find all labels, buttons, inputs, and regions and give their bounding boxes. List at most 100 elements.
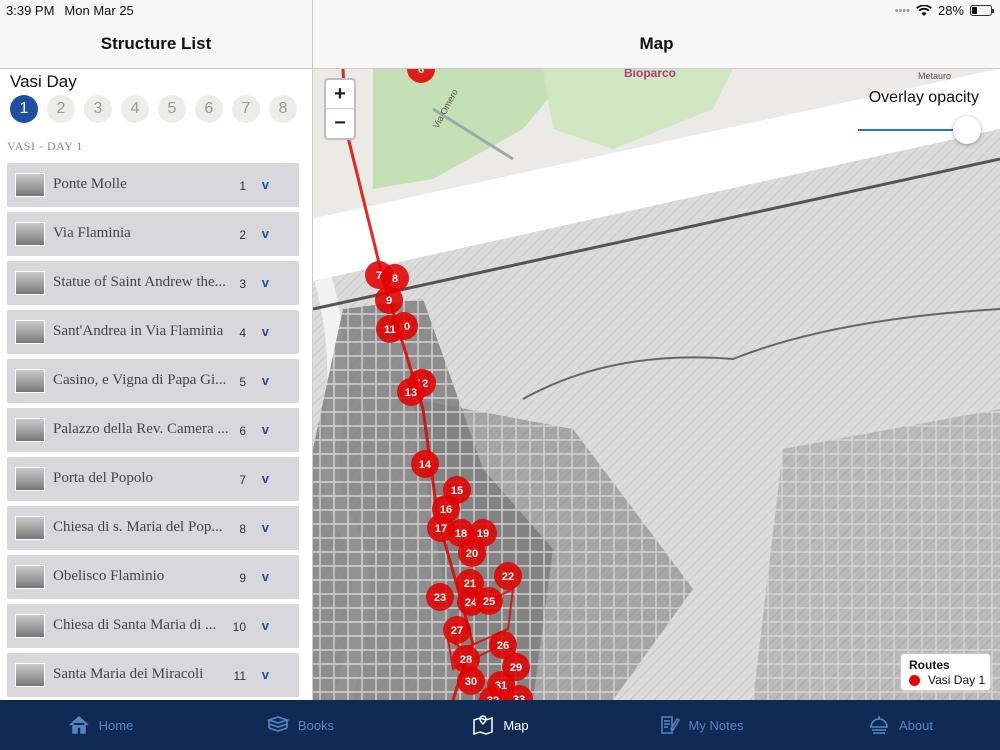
- legend-swatch: [909, 675, 920, 686]
- section-label: VASI - DAY 1: [7, 139, 83, 153]
- route-marker-label: 18: [455, 528, 467, 540]
- structure-name: Casino, e Vigna di Papa Gi...: [53, 372, 227, 388]
- zoom-in-button[interactable]: +: [326, 80, 354, 109]
- route-marker-22[interactable]: 22: [494, 562, 522, 590]
- structure-thumbnail: [15, 369, 45, 393]
- about-icon: [870, 716, 888, 734]
- route-marker-label: 19: [477, 528, 489, 540]
- route-marker-25[interactable]: 25: [475, 587, 503, 615]
- structure-number: 11: [233, 669, 246, 683]
- route-marker-label: 13: [405, 387, 417, 399]
- route-marker-label: 29: [510, 662, 522, 674]
- structure-thumbnail: [15, 173, 45, 197]
- structure-list-item[interactable]: Via Flaminia 2 v: [7, 212, 299, 256]
- chevron-down-icon[interactable]: v: [262, 520, 269, 535]
- route-marker-20[interactable]: 20: [458, 539, 486, 567]
- structure-list-item[interactable]: Obelisco Flaminio 9 v: [7, 555, 299, 599]
- route-marker-14[interactable]: 14: [411, 450, 439, 478]
- structure-number: 9: [239, 571, 246, 585]
- chevron-down-icon[interactable]: v: [262, 569, 269, 584]
- routes-legend: Routes Vasi Day 1: [900, 653, 991, 691]
- chevron-down-icon[interactable]: v: [262, 422, 269, 437]
- structure-list-item[interactable]: Chiesa di s. Maria del Pop... 8 v: [7, 506, 299, 550]
- route-marker-label: 6: [418, 69, 424, 76]
- map-icon: [473, 715, 494, 736]
- structure-name: Chiesa di s. Maria del Pop...: [53, 519, 223, 535]
- structure-list-item[interactable]: Casino, e Vigna di Papa Gi... 5 v: [7, 359, 299, 403]
- structure-number: 4: [239, 326, 246, 340]
- tab-label: About: [899, 717, 933, 733]
- structure-list-item[interactable]: Porta del Popolo 7 v: [7, 457, 299, 501]
- structure-thumbnail: [15, 565, 45, 589]
- overlay-opacity-slider-thumb[interactable]: [953, 116, 981, 144]
- route-marker-label: 28: [460, 654, 472, 666]
- structure-thumbnail: [15, 418, 45, 442]
- day-button-7[interactable]: 7: [232, 95, 260, 123]
- chevron-down-icon[interactable]: v: [262, 667, 269, 682]
- route-marker-27[interactable]: 27: [443, 616, 471, 644]
- tab-label: Books: [297, 717, 335, 733]
- structure-list-item[interactable]: Sant'Andrea in Via Flaminia 4 v: [7, 310, 299, 354]
- route-marker-label: 30: [465, 676, 477, 688]
- structure-thumbnail: [15, 467, 45, 491]
- structure-thumbnail: [15, 614, 45, 638]
- route-marker-30[interactable]: 30: [457, 667, 485, 695]
- chevron-down-icon[interactable]: v: [262, 177, 269, 192]
- structure-list-item[interactable]: Chiesa di Santa Maria di ... 10 v: [7, 604, 299, 648]
- tab-about[interactable]: About: [800, 700, 1000, 750]
- route-marker-label: 9: [386, 295, 392, 307]
- route-marker-label: 20: [466, 548, 478, 560]
- status-time: 3:39 PM: [6, 3, 55, 18]
- route-marker-label: 25: [483, 596, 495, 608]
- tab-home[interactable]: Home: [0, 700, 200, 750]
- wifi-icon: [916, 4, 932, 16]
- route-marker-9[interactable]: 9: [375, 286, 403, 314]
- chevron-down-icon[interactable]: v: [262, 226, 269, 241]
- structure-list-item[interactable]: Palazzo della Rev. Camera ... 6 v: [7, 408, 299, 452]
- route-marker-13[interactable]: 13: [397, 378, 425, 406]
- books-icon: [266, 716, 290, 732]
- day-button-1[interactable]: 1: [10, 95, 38, 123]
- status-bar: 3:39 PM Mon Mar 25 •••• 28%: [0, 0, 1000, 20]
- structure-list-item[interactable]: Santa Maria dei Miracoli 11 v: [7, 653, 299, 697]
- route-marker-11[interactable]: 11: [376, 315, 404, 343]
- chevron-down-icon[interactable]: v: [262, 471, 269, 486]
- structure-name: Obelisco Flaminio: [53, 568, 165, 584]
- route-marker-label: 14: [419, 459, 432, 471]
- notes-icon: [660, 716, 680, 734]
- structure-list-item[interactable]: Ponte Molle 1 v: [7, 163, 299, 207]
- structure-list-item[interactable]: Statue of Saint Andrew the... 3 v: [7, 261, 299, 305]
- day-button-3[interactable]: 3: [84, 95, 112, 123]
- route-marker-label: 15: [451, 485, 463, 497]
- structure-number: 6: [239, 424, 246, 438]
- tab-my-notes[interactable]: My Notes: [600, 700, 800, 750]
- signal-dots-icon: ••••: [894, 4, 910, 17]
- tab-map[interactable]: Map: [400, 700, 600, 750]
- day-button-2[interactable]: 2: [47, 95, 75, 123]
- structure-list-title: Structure List: [100, 34, 212, 53]
- route-marker-label: 23: [434, 592, 446, 604]
- map-view[interactable]: Bioparco Via Omero Metauro 6789101112131…: [313, 69, 1000, 700]
- day-button-4[interactable]: 4: [121, 95, 149, 123]
- structure-number: 7: [239, 473, 246, 487]
- structure-name: Sant'Andrea in Via Flaminia: [53, 323, 224, 339]
- chevron-down-icon[interactable]: v: [262, 324, 269, 339]
- structure-name: Chiesa di Santa Maria di ...: [53, 617, 217, 633]
- day-button-8[interactable]: 8: [269, 95, 297, 123]
- zoom-out-button[interactable]: −: [326, 109, 354, 138]
- day-button-6[interactable]: 6: [195, 95, 223, 123]
- structure-thumbnail: [15, 271, 45, 295]
- legend-title: Routes: [909, 658, 950, 672]
- status-date: Mon Mar 25: [64, 3, 134, 18]
- chevron-down-icon[interactable]: v: [262, 275, 269, 290]
- overlay-opacity-slider[interactable]: [858, 129, 966, 131]
- home-icon: [69, 715, 89, 734]
- chevron-down-icon[interactable]: v: [262, 373, 269, 388]
- route-marker-23[interactable]: 23: [426, 583, 454, 611]
- day-button-5[interactable]: 5: [158, 95, 186, 123]
- tab-books[interactable]: Books: [200, 700, 400, 750]
- legend-label[interactable]: Vasi Day 1: [928, 673, 985, 687]
- structure-list-panel: Structure List Vasi Day 12345678 VASI - …: [0, 0, 313, 700]
- structure-list: Ponte Molle 1 v Via Flaminia 2 v Statue of Sai…: [7, 163, 299, 702]
- chevron-down-icon[interactable]: v: [262, 618, 269, 633]
